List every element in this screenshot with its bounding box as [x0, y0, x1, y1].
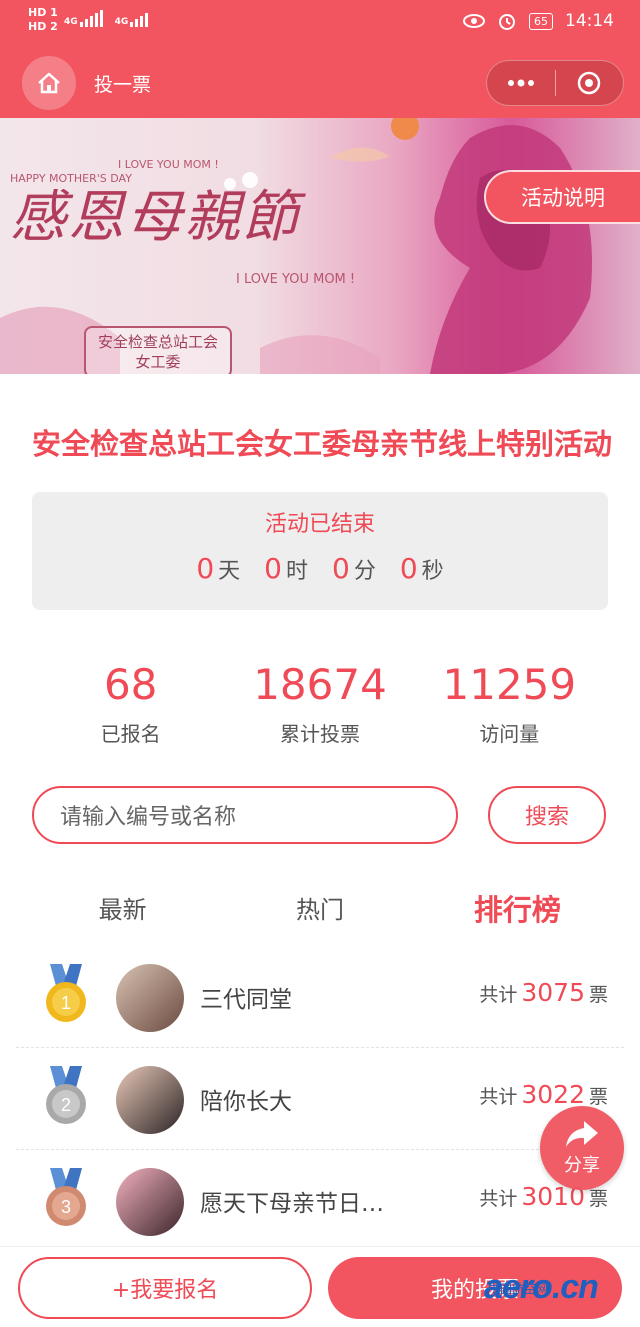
share-button[interactable]: 分享	[540, 1106, 624, 1190]
countdown-days: 0天	[196, 552, 241, 585]
more-dots-icon	[507, 79, 534, 87]
event-title: 安全检查总站工会女工委母亲节线上特别活动	[31, 427, 612, 461]
stat-visits: 11259 访问量	[415, 658, 604, 747]
banner-caption-2: I LOVE YOU MOM !	[118, 158, 219, 171]
signal-indicators: 4G 4G	[64, 10, 149, 27]
mini-program-capsule	[486, 60, 624, 106]
organizer-stamp: 安全检查总站工会 女工委	[84, 326, 232, 374]
target-icon	[578, 71, 601, 95]
search-button[interactable]: 搜索	[488, 786, 606, 844]
stat-registered: 68 已报名	[36, 658, 225, 747]
list-item[interactable]: 3 愿天下母亲节日… 共计 3010 票	[16, 1150, 624, 1252]
status-bar: HD 1 HD 2 4G 4G 65 14:14	[0, 0, 640, 48]
list-item[interactable]: 1 三代同堂 共计 3075 票	[16, 946, 624, 1048]
stat-value: 68	[103, 660, 158, 709]
silver-medal-icon: 2	[46, 1066, 86, 1124]
avatar	[116, 1168, 184, 1236]
gold-medal-icon: 1	[46, 964, 86, 1022]
stat-label: 累计投票	[279, 722, 360, 746]
medal-rank: 3	[61, 1197, 71, 1217]
list-item[interactable]: 2 陪你长大 共计 3022 票	[16, 1048, 624, 1150]
banner-caption-3: I LOVE YOU MOM !	[236, 272, 356, 287]
countdown-minutes: 0分	[332, 552, 376, 585]
network-type-1: 4G	[64, 17, 78, 27]
sim1-label: HD 1	[28, 6, 58, 19]
entry-name: 陪你长大	[200, 1089, 292, 1115]
countdown-seconds: 0秒	[399, 552, 444, 585]
stat-label: 访问量	[479, 722, 540, 746]
home-icon	[38, 72, 60, 94]
hero-banner: HAPPY MOTHER'S DAY 感恩母親節 I LOVE YOU MOM …	[0, 118, 640, 374]
countdown-panel: 活动已结束 0天 0时 0分 0秒	[32, 492, 608, 610]
eye-icon	[463, 14, 485, 28]
signup-button[interactable]: +我要报名	[18, 1257, 312, 1319]
stamp-line-2: 女工委	[135, 353, 181, 371]
stats-row: 68 已报名 18674 累计投票 11259 访问量	[36, 658, 604, 747]
tab-popular[interactable]: 热门	[221, 884, 418, 936]
watermark-logo: aero.cn	[484, 1268, 599, 1306]
close-program-button[interactable]	[556, 61, 624, 105]
avatar	[116, 964, 184, 1032]
stat-value: 18674	[253, 660, 387, 709]
event-status: 活动已结束	[264, 512, 375, 537]
battery-indicator: 65	[529, 12, 553, 30]
signal-icon	[79, 10, 103, 27]
countdown-timer: 0天 0时 0分 0秒	[32, 552, 608, 585]
entry-name: 愿天下母亲节日…	[200, 1191, 384, 1217]
home-button[interactable]	[22, 56, 76, 110]
entry-votes: 共计 3075 票	[479, 978, 608, 1007]
stat-total-votes: 18674 累计投票	[225, 658, 414, 747]
medal-rank: 1	[61, 993, 71, 1013]
page-title: 投一票	[94, 74, 152, 96]
ranking-list: 1 三代同堂 共计 3075 票 2 陪你长大 共计 3022 票 3 愿天下母亲节日……	[16, 946, 624, 1252]
share-label: 分享	[564, 1155, 600, 1176]
bronze-medal-icon: 3	[46, 1168, 86, 1226]
avatar	[116, 1066, 184, 1134]
sim-indicators: HD 1 HD 2	[28, 6, 58, 34]
tab-latest[interactable]: 最新	[24, 884, 221, 936]
search-input[interactable]: 请输入编号或名称	[32, 786, 458, 844]
nav-bar: 投一票	[0, 48, 640, 118]
stat-label: 已报名	[100, 722, 161, 746]
share-arrow-icon	[566, 1121, 598, 1147]
stat-value: 11259	[442, 660, 577, 709]
medal-rank: 2	[61, 1095, 71, 1115]
alarm-icon	[499, 14, 515, 30]
signal-icon	[130, 13, 149, 27]
network-type-2: 4G	[114, 17, 129, 27]
sim2-label: HD 2	[28, 20, 58, 33]
clock: 14:14	[565, 11, 614, 31]
activity-info-button[interactable]: 活动说明	[484, 170, 640, 224]
tab-ranking[interactable]: 排行榜	[419, 884, 616, 936]
tab-bar: 最新 热门 排行榜	[24, 884, 616, 936]
more-button[interactable]	[487, 61, 555, 105]
banner-headline: 感恩母親節	[10, 185, 300, 250]
stamp-line-1: 安全检查总站工会	[97, 333, 218, 351]
entry-name: 三代同堂	[200, 987, 292, 1013]
entry-votes: 共计 3022 票	[479, 1080, 608, 1109]
countdown-hours: 0时	[264, 552, 308, 585]
